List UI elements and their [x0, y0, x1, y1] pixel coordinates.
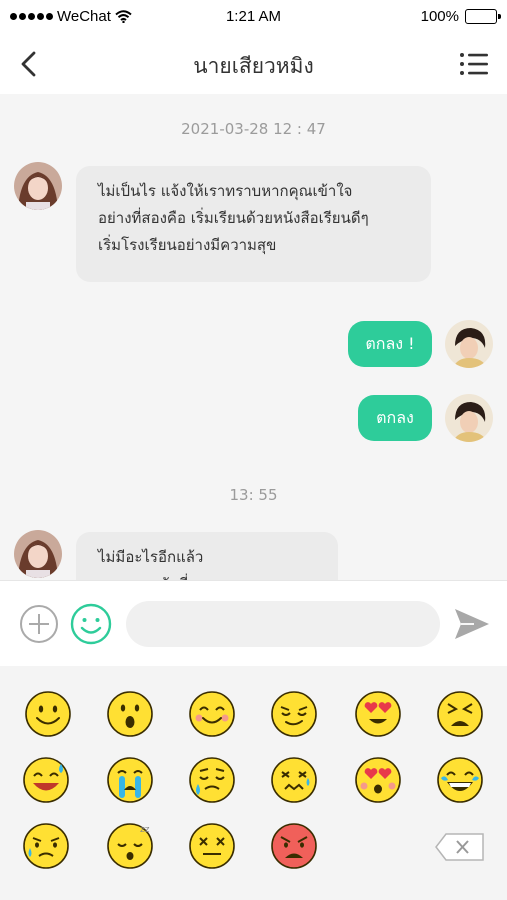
joy-emoji-icon[interactable]: [436, 756, 484, 804]
smile-emoji-icon[interactable]: [24, 690, 72, 738]
plus-icon[interactable]: [19, 604, 59, 644]
message-line: ไม่มีอะไรอีกแล้ว: [98, 548, 204, 566]
chat-timestamp: 13: 55: [229, 486, 278, 504]
contact-avatar[interactable]: [14, 162, 62, 210]
confounded-emoji-icon[interactable]: [270, 756, 318, 804]
back-arrow-icon[interactable]: [14, 48, 46, 80]
crying-emoji-icon[interactable]: [106, 756, 154, 804]
message-input[interactable]: [126, 601, 440, 647]
message-line: เริ่มโรงเรียนอย่างมีความสุข: [98, 236, 277, 254]
list-menu-icon[interactable]: [459, 50, 489, 78]
message-line: อย่างที่สองคือ เริ่มเรียนด้วยหนังสือเรีย…: [98, 209, 369, 227]
received-message-bubble[interactable]: ไม่เป็นไร แจ้งให้เราทราบหากคุณเข้าใจ อย่…: [76, 166, 431, 282]
dizzy-face-emoji-icon[interactable]: [188, 822, 236, 870]
surprised-emoji-icon[interactable]: [106, 690, 154, 738]
send-icon[interactable]: [452, 605, 492, 643]
emoji-panel: zz: [0, 666, 507, 900]
sweat-smile-emoji-icon[interactable]: [22, 756, 70, 804]
persevere-emoji-icon[interactable]: [436, 690, 484, 738]
nav-bar: นายเสียวหมิง: [0, 34, 507, 94]
chat-history[interactable]: 2021-03-28 12 : 47 ไม่เป็นไร แจ้งให้เราท…: [0, 94, 507, 580]
battery-icon: [465, 9, 501, 24]
page-title: นายเสียวหมิง: [193, 54, 314, 78]
sent-message-bubble[interactable]: ตกลง: [358, 395, 432, 441]
emoji-icon[interactable]: [70, 603, 112, 645]
input-bar: [0, 580, 507, 666]
heart-eyes-blush-emoji-icon[interactable]: [354, 756, 402, 804]
message-line: ขอบคุณครับที่สอน: [98, 571, 316, 580]
angry-emoji-icon[interactable]: [270, 822, 318, 870]
smug-emoji-icon[interactable]: [270, 690, 318, 738]
status-bar: WeChat 1:21 AM 100%: [0, 0, 507, 34]
contact-avatar[interactable]: [14, 530, 62, 578]
backspace-icon[interactable]: [434, 832, 486, 862]
user-avatar[interactable]: [445, 394, 493, 442]
blush-emoji-icon[interactable]: [188, 690, 236, 738]
user-avatar[interactable]: [445, 320, 493, 368]
chat-timestamp: 2021-03-28 12 : 47: [181, 120, 326, 138]
received-message-bubble[interactable]: ไม่มีอะไรอีกแล้ว ขอบคุณครับที่สอน: [76, 532, 338, 580]
sad-sweat-emoji-icon[interactable]: [22, 822, 70, 870]
sleeping-emoji-icon[interactable]: zz: [106, 822, 154, 870]
heart-eyes-emoji-icon[interactable]: [354, 690, 402, 738]
svg-text:zz: zz: [140, 825, 150, 835]
battery-percent: 100%: [420, 8, 459, 25]
sent-message-bubble[interactable]: ตกลง !: [348, 321, 432, 367]
disappointed-relieved-emoji-icon[interactable]: [188, 756, 236, 804]
message-line: ไม่เป็นไร แจ้งให้เราทราบหากคุณเข้าใจ: [98, 182, 353, 200]
